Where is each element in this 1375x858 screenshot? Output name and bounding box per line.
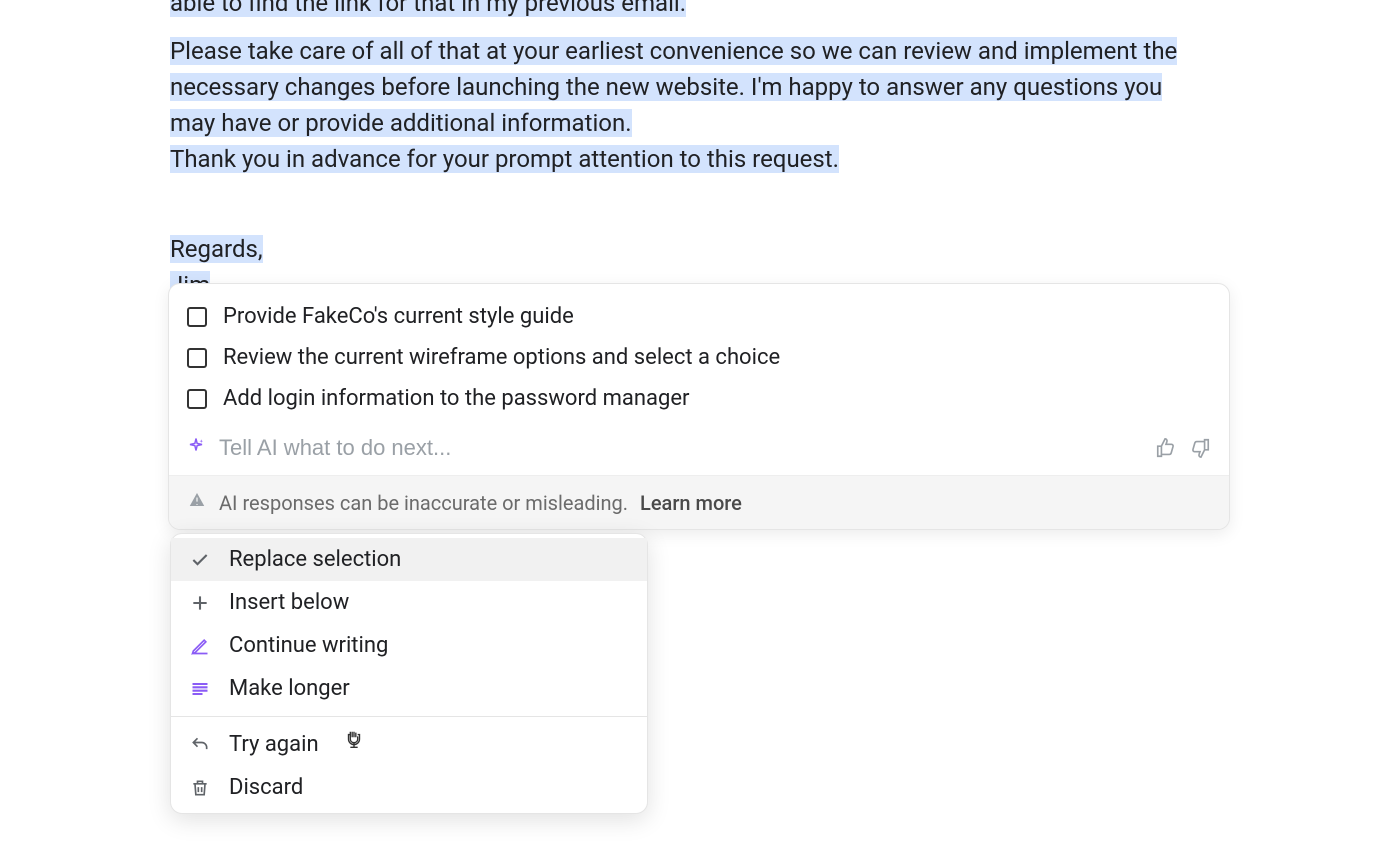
task-checkbox[interactable] xyxy=(187,307,207,327)
action-menu: Replace selection Insert below Continue … xyxy=(170,533,648,814)
menu-divider xyxy=(171,716,647,717)
warning-icon xyxy=(187,490,207,515)
selected-paragraph-2[interactable]: Thank you in advance for your prompt att… xyxy=(170,145,839,173)
ai-disclaimer-text: AI responses can be inaccurate or mislea… xyxy=(219,491,628,515)
learn-more-link[interactable]: Learn more xyxy=(640,491,742,515)
menu-item-label: Discard xyxy=(229,775,303,800)
signoff-regards[interactable]: Regards, xyxy=(170,235,263,263)
ai-tasks-list: Provide FakeCo's current style guide Rev… xyxy=(169,284,1229,425)
feedback-buttons xyxy=(1155,437,1211,459)
task-label: Add login information to the password ma… xyxy=(223,386,689,411)
menu-item-label: Continue writing xyxy=(229,633,388,658)
task-row: Review the current wireframe options and… xyxy=(187,337,1211,378)
lines-icon xyxy=(189,678,211,700)
task-row: Provide FakeCo's current style guide xyxy=(187,296,1211,337)
menu-try-again[interactable]: Try again xyxy=(171,723,647,766)
undo-icon xyxy=(189,734,211,756)
menu-make-longer[interactable]: Make longer xyxy=(171,667,647,710)
menu-insert-below[interactable]: Insert below xyxy=(171,581,647,624)
ai-prompt-input[interactable] xyxy=(219,435,1141,461)
thumbs-up-icon[interactable] xyxy=(1155,437,1177,459)
menu-item-label: Insert below xyxy=(229,590,349,615)
menu-item-label: Replace selection xyxy=(229,547,401,572)
menu-replace-selection[interactable]: Replace selection xyxy=(171,538,647,581)
menu-continue-writing[interactable]: Continue writing xyxy=(171,624,647,667)
sparkle-icon xyxy=(187,436,205,460)
task-label: Provide FakeCo's current style guide xyxy=(223,304,574,329)
task-checkbox[interactable] xyxy=(187,348,207,368)
document-area: able to find the link for that in my pre… xyxy=(0,0,1375,303)
menu-item-label: Try again xyxy=(229,732,319,757)
ai-footer: AI responses can be inaccurate or mislea… xyxy=(169,475,1229,529)
menu-discard[interactable]: Discard xyxy=(171,766,647,809)
trash-icon xyxy=(189,777,211,799)
task-label: Review the current wireframe options and… xyxy=(223,345,780,370)
pencil-icon xyxy=(189,635,211,657)
ai-panel: Provide FakeCo's current style guide Rev… xyxy=(168,283,1230,530)
task-row: Add login information to the password ma… xyxy=(187,378,1211,419)
check-icon xyxy=(189,549,211,571)
selected-paragraph-1[interactable]: Please take care of all of that at your … xyxy=(170,37,1177,137)
menu-item-label: Make longer xyxy=(229,676,350,701)
ai-input-row xyxy=(169,425,1229,475)
selected-text-cutoff[interactable]: able to find the link for that in my pre… xyxy=(170,0,686,17)
thumbs-down-icon[interactable] xyxy=(1189,437,1211,459)
plus-icon xyxy=(189,592,211,614)
task-checkbox[interactable] xyxy=(187,389,207,409)
